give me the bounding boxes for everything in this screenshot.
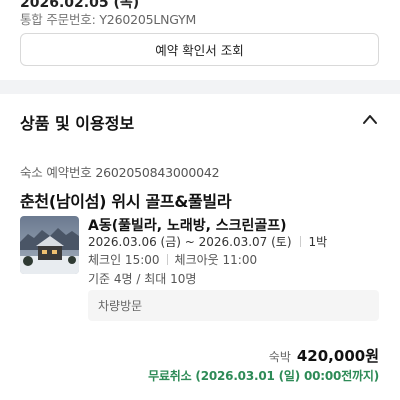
separator [299,236,301,247]
stay-dates: 2026.03.06 (금) ~ 2026.03.07 (토) 1박 [88,233,327,250]
check-in-time: 체크인 15:00 [88,253,160,267]
visit-method: 차량방문 [98,299,143,313]
reservation-number: 숙소 예약번호 2602050843000042 [20,162,220,181]
order-number-value: Y260205LNGYM [99,12,197,27]
chevron-up-icon[interactable] [362,113,378,125]
reservation-number-label: 숙소 예약번호 [20,165,92,180]
date-range: 2026.03.06 (금) ~ 2026.03.07 (토) [88,235,292,249]
reservation-number-value: 2602050843000042 [95,165,220,180]
order-number: 통합 주문번호: Y260205LNGYM [20,9,196,28]
view-confirmation-button[interactable]: 예약 확인서 조회 [20,33,379,66]
room-photo [20,216,79,274]
price-label: 숙박 [268,350,291,364]
section-divider [0,80,400,94]
room-thumbnail[interactable] [20,216,79,274]
property-name[interactable]: 춘천(남이섬) 위시 골프&풀빌라 [20,188,232,212]
check-out-time: 체크아웃 11:00 [174,253,258,267]
visit-method-box: 차량방문 [88,290,379,321]
room-name: A동(풀빌라, 노래방, 스크린골프) [88,218,287,234]
capacity: 기준 4명 / 최대 10명 [88,272,197,286]
nights: 1박 [308,235,328,249]
section-title: 상품 및 이용정보 [20,114,135,133]
check-times: 체크인 15:00 체크아웃 11:00 [88,251,257,268]
price-amount: 420,000원 [296,347,379,365]
price-row: 숙박 420,000원 [269,345,379,366]
free-cancellation-note: 무료취소 (2026.03.01 (일) 00:00전까지) [148,369,379,383]
separator [166,254,168,265]
order-number-label: 통합 주문번호: [20,12,96,27]
